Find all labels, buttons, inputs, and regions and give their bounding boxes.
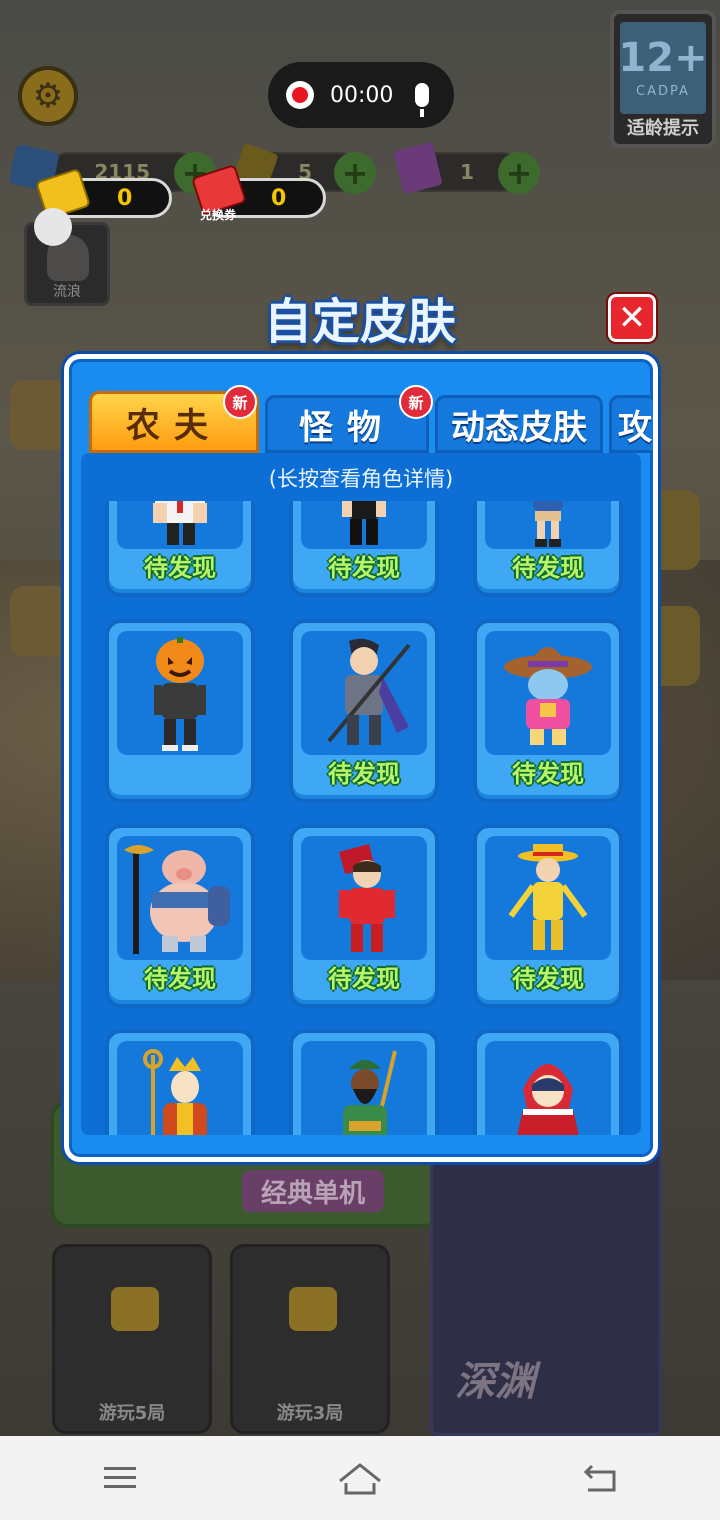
skin-list-area[interactable]: (长按查看角色详情) 待发现 待发现 待发现 待发现 待发现 待发现 待发现 待… [81, 453, 641, 1135]
skin-card[interactable]: 待发现 [289, 501, 439, 597]
close-icon: ✕ [617, 298, 647, 338]
skin-card[interactable]: 待发现 [289, 619, 439, 803]
skin-card[interactable] [105, 1029, 255, 1135]
skin-status: 待发现 [144, 554, 216, 582]
close-button[interactable]: ✕ [608, 294, 656, 342]
new-badge: 新 [399, 385, 433, 419]
skin-portrait [117, 1041, 243, 1135]
skin-portrait [301, 631, 427, 755]
classic-single-button: 经典单机 [242, 1170, 384, 1212]
lock-icon [111, 1287, 159, 1331]
record-timer: 00:00 [330, 82, 394, 108]
dialog-title: 自定皮肤 [263, 294, 456, 350]
skin-status: 待发现 [328, 760, 400, 788]
tab-farmer-label: 农夫 [126, 405, 222, 446]
locked-mode-2-caption: 游玩3局 [276, 1403, 344, 1424]
skin-status: 待发现 [328, 965, 400, 993]
exchange-ticket-value: 0 [271, 186, 287, 211]
tab-dynamic-skin[interactable]: 动态皮肤 [435, 395, 603, 453]
skin-card[interactable]: 待发现 [473, 619, 623, 803]
age-hint: 适龄提示 [627, 118, 699, 139]
tab-dynamic-skin-label: 动态皮肤 [451, 407, 587, 448]
skin-card[interactable]: 待发现 [289, 824, 439, 1008]
skin-card[interactable] [105, 619, 255, 803]
microphone-icon[interactable] [415, 83, 430, 117]
lock-icon [289, 1287, 337, 1331]
long-press-hint: (长按查看角色详情) [268, 467, 454, 491]
settings-gear-icon[interactable]: ⚙ [18, 66, 78, 126]
abyss-title: 深渊 [455, 1359, 535, 1405]
skin-tabs: 农夫 新 怪物 新 动态皮肤 攻 [83, 385, 653, 455]
skin-status: 待发现 [512, 760, 584, 788]
skin-portrait [301, 1041, 427, 1135]
skin-portrait [117, 836, 243, 960]
touch-indicator [34, 208, 72, 246]
locked-mode-2: 游玩3局 [230, 1244, 390, 1434]
abyss-challenge-card: 深渊 [430, 1140, 662, 1436]
age-rating: 12+ [618, 34, 708, 81]
skin-portrait [485, 501, 611, 549]
skin-portrait [301, 501, 427, 549]
screen-recorder-pill[interactable]: 00:00 [268, 62, 454, 128]
skin-portrait [485, 1041, 611, 1135]
system-navigation-bar [0, 1436, 720, 1520]
skin-portrait [117, 501, 243, 549]
skin-card[interactable]: 待发现 [105, 824, 255, 1008]
age-rating-org: CADPA [636, 83, 690, 99]
gold-add-icon: + [334, 152, 376, 194]
chat-side-button [10, 380, 70, 450]
sign-side-button [10, 586, 70, 656]
back-icon[interactable] [570, 1453, 630, 1503]
tab-monster-label: 怪物 [299, 407, 395, 448]
tab-attack[interactable]: 攻 [609, 395, 653, 453]
purple-ticket-value: 1 [460, 160, 474, 184]
age-rating-badge: 12+ CADPA 适龄提示 [610, 10, 716, 148]
skin-card[interactable]: 待发现 [473, 501, 623, 597]
gold-ticket-value: 0 [117, 186, 133, 211]
skin-card[interactable] [473, 1029, 623, 1135]
skin-card[interactable]: 待发现 [105, 501, 255, 597]
skin-portrait [485, 836, 611, 960]
skin-grid[interactable]: 待发现 待发现 待发现 待发现 待发现 待发现 待发现 待发现 [81, 501, 641, 1135]
skin-status: 待发现 [328, 554, 400, 582]
menu-icon[interactable] [90, 1453, 150, 1503]
skin-status: 待发现 [144, 965, 216, 993]
skin-dialog-panel: 农夫 新 怪物 新 动态皮肤 攻 (长按查看角色详情) 待发现 待发现 待发现 … [64, 354, 658, 1162]
skin-card[interactable]: 待发现 [473, 824, 623, 1008]
skin-portrait [301, 836, 427, 960]
player-name: 流浪 [53, 284, 81, 300]
record-icon[interactable] [286, 81, 314, 109]
locked-mode-1-caption: 游玩5局 [98, 1403, 166, 1424]
new-badge: 新 [223, 385, 257, 419]
skin-status: 待发现 [512, 554, 584, 582]
tab-attack-label: 攻 [618, 407, 652, 448]
skin-card[interactable] [289, 1029, 439, 1135]
skin-status: 待发现 [512, 965, 584, 993]
locked-mode-1: 游玩5局 [52, 1244, 212, 1434]
exchange-ticket-caption: 兑换券 [200, 208, 237, 222]
home-icon[interactable] [330, 1453, 390, 1503]
skin-portrait [485, 631, 611, 755]
purple-ticket-add-icon: + [498, 152, 540, 194]
skin-portrait [117, 631, 243, 755]
